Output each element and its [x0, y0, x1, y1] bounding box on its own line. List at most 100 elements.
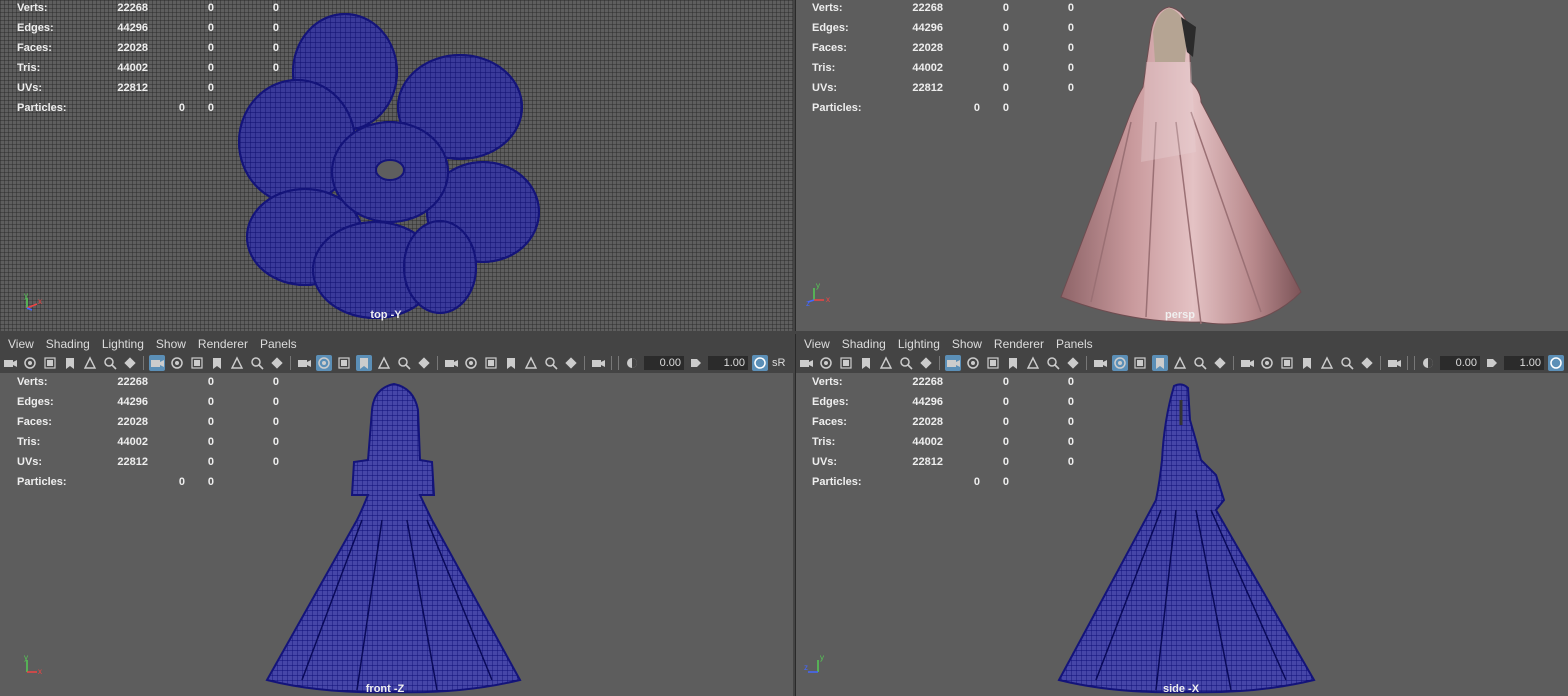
resolution-gate-icon[interactable] — [189, 355, 205, 371]
motion-blur-icon[interactable] — [463, 355, 479, 371]
film-gate-icon[interactable] — [965, 355, 981, 371]
gate-mask-icon[interactable] — [209, 355, 225, 371]
xray-joints-icon[interactable] — [1339, 355, 1355, 371]
pan-zoom-icon[interactable] — [102, 355, 118, 371]
hud-value: 22812 — [117, 82, 148, 94]
ambient-occlusion-icon[interactable] — [1239, 355, 1255, 371]
gamma-icon[interactable] — [1484, 355, 1500, 371]
menu-view[interactable]: View — [0, 337, 40, 351]
menu-panels[interactable]: Panels — [254, 337, 303, 351]
grease-pencil-icon[interactable] — [122, 355, 138, 371]
menu-shading[interactable]: Shading — [836, 337, 892, 351]
menu-lighting[interactable]: Lighting — [892, 337, 946, 351]
hud-label: Particles: — [812, 476, 862, 488]
smooth-shade-icon[interactable] — [1112, 355, 1128, 371]
viewport-top[interactable]: Verts: 22268 0 0 Edges: 44296 0 0 Faces: 22028 0 0 T… — [0, 0, 793, 331]
panel-menubar: View Shading Lighting Show Renderer Panels — [796, 334, 1568, 353]
camera-attr-icon[interactable] — [818, 355, 834, 371]
xray-icon[interactable] — [376, 355, 392, 371]
wireframe-on-shaded-icon[interactable] — [1152, 355, 1168, 371]
camera-icon[interactable] — [798, 355, 814, 371]
grease-pencil-icon[interactable] — [918, 355, 934, 371]
exposure-icon[interactable] — [1420, 355, 1436, 371]
safe-title-icon[interactable] — [1065, 355, 1081, 371]
isolate-select-icon[interactable] — [1319, 355, 1335, 371]
color-management-icon[interactable] — [752, 355, 768, 371]
shadows-icon[interactable] — [416, 355, 432, 371]
viewport-front[interactable]: View Shading Lighting Show Renderer Panels 0.… — [0, 334, 793, 696]
grid-icon[interactable] — [149, 355, 165, 371]
motion-blur-icon[interactable] — [1259, 355, 1275, 371]
menu-panels[interactable]: Panels — [1050, 337, 1099, 351]
shadows-icon[interactable] — [1212, 355, 1228, 371]
safe-title-icon[interactable] — [269, 355, 285, 371]
exposure-icon[interactable] — [624, 355, 640, 371]
menu-shading[interactable]: Shading — [40, 337, 96, 351]
menu-show[interactable]: Show — [150, 337, 192, 351]
xray-joints-icon[interactable] — [543, 355, 559, 371]
hud-value: 0 — [1002, 2, 1009, 14]
xray-icon[interactable] — [1172, 355, 1188, 371]
menu-lighting[interactable]: Lighting — [96, 337, 150, 351]
image-plane-icon[interactable] — [82, 355, 98, 371]
dress-wireframe-front-view — [265, 382, 522, 694]
backface-icon[interactable] — [1386, 355, 1402, 371]
viewport-persp[interactable]: Verts: 22268 0 0 Edges: 44296 0 0 Faces: 22028 0 0 T… — [795, 0, 1568, 331]
backface-icon[interactable] — [590, 355, 606, 371]
depth-of-field-icon[interactable] — [503, 355, 519, 371]
gamma-field[interactable]: 1.00 — [708, 356, 748, 370]
gamma-icon[interactable] — [688, 355, 704, 371]
field-chart-icon[interactable] — [1025, 355, 1041, 371]
hud-value: 44296 — [912, 396, 943, 408]
hud-label: Faces: — [812, 42, 847, 54]
bookmark-camera-icon[interactable] — [42, 355, 58, 371]
menu-show[interactable]: Show — [946, 337, 988, 351]
color-management-icon[interactable] — [1548, 355, 1564, 371]
wireframe-icon[interactable] — [1092, 355, 1108, 371]
menu-view[interactable]: View — [796, 337, 836, 351]
default-material-icon[interactable] — [1132, 355, 1148, 371]
default-material-icon[interactable] — [336, 355, 352, 371]
camera-label-persp: persp — [1165, 309, 1195, 321]
pan-zoom-icon[interactable] — [898, 355, 914, 371]
camera-attr-icon[interactable] — [22, 355, 38, 371]
toolbar-separator — [1407, 356, 1408, 370]
use-all-lights-icon[interactable] — [1192, 355, 1208, 371]
isolate-select-icon[interactable] — [523, 355, 539, 371]
bookmark-camera-icon[interactable] — [838, 355, 854, 371]
gate-mask-icon[interactable] — [1005, 355, 1021, 371]
anti-alias-icon[interactable] — [483, 355, 499, 371]
menu-renderer[interactable]: Renderer — [988, 337, 1050, 351]
film-gate-icon[interactable] — [169, 355, 185, 371]
bookmark-icon[interactable] — [62, 355, 78, 371]
ambient-occlusion-icon[interactable] — [443, 355, 459, 371]
xray-active-icon[interactable] — [1359, 355, 1375, 371]
axis-indicator: yx — [22, 653, 52, 678]
viewport-side[interactable]: View Shading Lighting Show Renderer Panels 0.… — [795, 334, 1568, 696]
xray-active-icon[interactable] — [563, 355, 579, 371]
hud-value: 0 — [207, 22, 214, 34]
bookmark-icon[interactable] — [858, 355, 874, 371]
image-plane-icon[interactable] — [878, 355, 894, 371]
gamma-field[interactable]: 1.00 — [1504, 356, 1544, 370]
exposure-field[interactable]: 0.00 — [644, 356, 684, 370]
hud-label: Tris: — [812, 62, 836, 74]
wireframe-icon[interactable] — [296, 355, 312, 371]
exposure-field[interactable]: 0.00 — [1440, 356, 1480, 370]
hud-label: Verts: — [812, 376, 843, 388]
hud-value: 22028 — [117, 416, 148, 428]
grid-icon[interactable] — [945, 355, 961, 371]
use-all-lights-icon[interactable] — [396, 355, 412, 371]
menu-renderer[interactable]: Renderer — [192, 337, 254, 351]
smooth-shade-icon[interactable] — [316, 355, 332, 371]
toolbar-separator — [939, 356, 940, 370]
wireframe-on-shaded-icon[interactable] — [356, 355, 372, 371]
hud-value: 22028 — [912, 42, 943, 54]
camera-icon[interactable] — [2, 355, 18, 371]
safe-action-icon[interactable] — [249, 355, 265, 371]
anti-alias-icon[interactable] — [1279, 355, 1295, 371]
field-chart-icon[interactable] — [229, 355, 245, 371]
depth-of-field-icon[interactable] — [1299, 355, 1315, 371]
resolution-gate-icon[interactable] — [985, 355, 1001, 371]
safe-action-icon[interactable] — [1045, 355, 1061, 371]
